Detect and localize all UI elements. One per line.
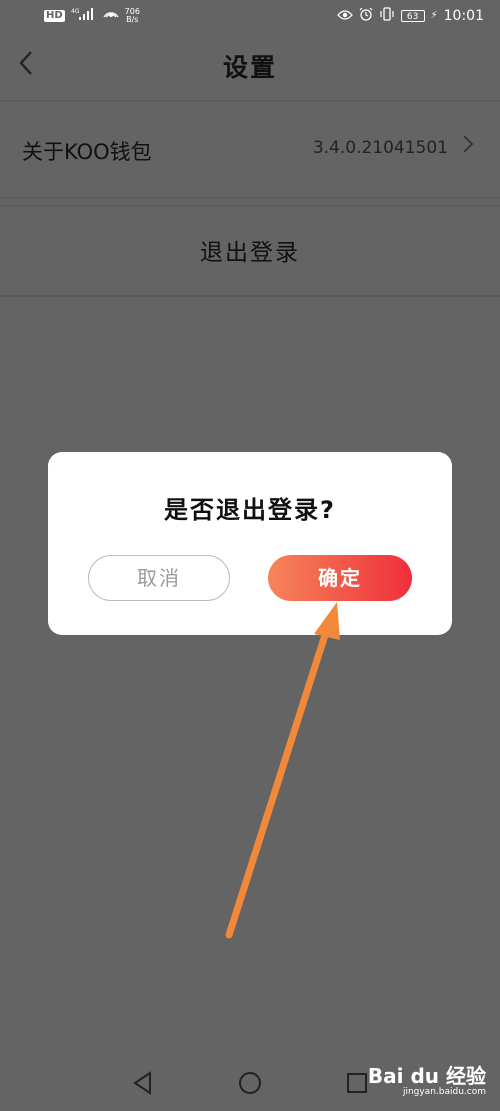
signal-icon: 4G	[71, 6, 97, 25]
about-label: 关于KOO钱包	[22, 140, 152, 164]
status-bar: HD 4G 706 B/s 63 ⚡ 10:01	[0, 0, 500, 34]
back-icon[interactable]	[130, 1070, 156, 1100]
logout-confirm-dialog: 是否退出登录? 取消 确定	[48, 452, 452, 635]
confirm-button[interactable]: 确定	[268, 555, 412, 601]
clock: 10:01	[443, 7, 484, 24]
alarm-icon	[359, 6, 373, 25]
logout-row[interactable]: 退出登录	[0, 205, 500, 297]
about-koo-wallet-row[interactable]: 关于KOO钱包 3.4.0.21041501	[0, 100, 500, 199]
cancel-button[interactable]: 取消	[88, 555, 230, 601]
status-right: 63 ⚡ 10:01	[336, 6, 484, 25]
hotspot-icon	[103, 6, 119, 25]
vibrate-icon	[379, 6, 395, 25]
navigation-header: 设置	[0, 34, 500, 94]
svg-text:4G: 4G	[71, 8, 80, 15]
hd-badge: HD	[44, 9, 65, 22]
baidu-jingyan-watermark: Bai du 经验 jingyan.baidu.com	[368, 1060, 486, 1097]
network-speed: 706 B/s	[124, 6, 140, 24]
version-number: 3.4.0.21041501	[312, 138, 448, 158]
eye-icon	[336, 6, 353, 25]
dialog-title: 是否退出登录?	[164, 496, 336, 524]
charging-icon: ⚡	[430, 10, 438, 21]
battery-indicator: 63	[400, 9, 425, 22]
recent-apps-icon[interactable]	[344, 1070, 370, 1100]
chevron-right-icon	[462, 134, 474, 160]
home-icon[interactable]	[237, 1070, 263, 1100]
page-title: 设置	[222, 53, 277, 82]
status-left: HD 4G 706 B/s	[44, 6, 140, 25]
watermark-logo: Bai du 经验	[367, 1064, 486, 1088]
logout-label: 退出登录	[200, 240, 300, 266]
